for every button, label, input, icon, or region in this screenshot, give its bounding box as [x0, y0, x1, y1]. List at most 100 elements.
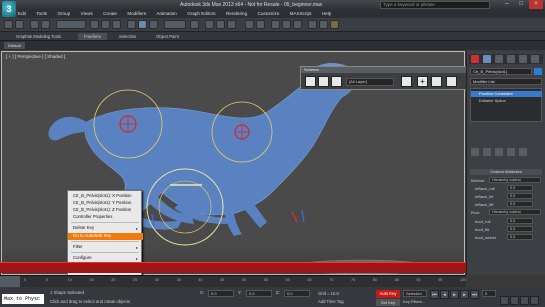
redo-icon[interactable] [15, 20, 24, 29]
menu-item-x-position[interactable]: Ctr_B_Pelvis(slot1): X Position [68, 193, 143, 200]
material-editor-icon[interactable] [308, 20, 317, 29]
select-icon[interactable] [90, 20, 99, 29]
go-to-end-icon[interactable]: ⏭ [470, 290, 479, 299]
y-coordinate-field[interactable]: 0.0 [246, 290, 272, 297]
object-name-field[interactable]: Ctr_B_Pelvis(slot1) [470, 68, 532, 75]
select-objects-icon[interactable] [305, 76, 316, 87]
options-icon[interactable] [446, 76, 457, 87]
menu-help[interactable]: Help [322, 10, 331, 18]
mirror-icon[interactable] [245, 20, 254, 29]
make-unique-icon[interactable] [495, 148, 503, 156]
play-icon[interactable]: ▸ [450, 290, 459, 299]
undo-icon[interactable] [4, 20, 13, 29]
selected-dropdown[interactable]: Selected [403, 290, 427, 297]
schematic-title[interactable]: Schema [301, 67, 467, 73]
modifier-list-dropdown[interactable]: Modifier List [470, 78, 542, 85]
timeline-ruler[interactable]: 0 5 10 15 20 25 30 35 40 45 50 55 60 65 70 75 80 85 90 95 10… [0, 275, 466, 287]
menu-maxscript[interactable]: MAXScript [290, 10, 312, 18]
layers-icon[interactable] [331, 76, 342, 87]
param-spinner[interactable]: 0.0 [507, 218, 533, 224]
sort-icon[interactable] [401, 76, 412, 87]
pivot-icon[interactable] [190, 20, 199, 29]
menu-modifiers[interactable]: Modifiers [127, 10, 146, 18]
menu-graph-editors[interactable]: Graph Editors [187, 10, 215, 18]
menu-customize[interactable]: Customize [258, 10, 280, 18]
utilities-tab-icon[interactable] [531, 55, 539, 63]
maximize-icon[interactable]: □ [514, 0, 528, 9]
menu-item-go-to-key[interactable]: Go to Autodesk Key [68, 233, 143, 240]
pin-stack-icon[interactable] [471, 148, 479, 156]
curve-editor-icon[interactable] [282, 20, 291, 29]
time-slider-handle[interactable] [0, 276, 20, 287]
configure-sets-icon[interactable] [519, 148, 527, 156]
select-by-name-icon[interactable] [101, 20, 110, 29]
default-button[interactable]: Default [4, 42, 25, 49]
custom-attributes-header[interactable]: Custom Attributes [470, 169, 542, 175]
auto-key-button[interactable]: Auto Key [376, 290, 400, 298]
scale-icon[interactable] [149, 20, 158, 29]
add-time-tag-button[interactable]: Add Time Tag [318, 299, 344, 304]
menu-animation[interactable]: Animation [156, 10, 176, 18]
schematic-window[interactable]: Schema [All Layer] + [300, 66, 468, 90]
menu-create[interactable]: Create [103, 10, 117, 18]
object-color-swatch[interactable] [534, 68, 542, 75]
orbit-icon[interactable] [510, 296, 519, 305]
display-icon[interactable] [318, 76, 329, 87]
menu-item-filter[interactable]: Filter [68, 244, 143, 251]
tab-selection[interactable]: Selection [113, 33, 142, 40]
link-icon[interactable] [30, 20, 39, 29]
render-setup-icon[interactable] [319, 20, 328, 29]
root-dropdown[interactable]: Hierarchy control [489, 209, 541, 215]
param-spinner[interactable]: 0.0 [507, 185, 533, 191]
param-spinner[interactable]: 0.0 [507, 234, 533, 240]
reference-coordinate-dropdown[interactable] [164, 20, 186, 29]
param-spinner[interactable]: 0.0 [507, 193, 533, 199]
remove-modifier-icon[interactable] [507, 148, 515, 156]
align-icon[interactable] [256, 20, 265, 29]
hierarchy-tab-icon[interactable] [495, 55, 503, 63]
method-dropdown[interactable]: Hierarchy control [489, 177, 541, 183]
menu-group[interactable]: Group [57, 10, 70, 18]
add-icon[interactable]: + [417, 76, 428, 87]
menu-views[interactable]: Views [81, 10, 93, 18]
zoom-icon[interactable] [431, 76, 442, 87]
display-tab-icon[interactable] [519, 55, 527, 63]
menu-rendering[interactable]: Rendering [226, 10, 247, 18]
selection-filter-dropdown[interactable] [56, 20, 86, 29]
unlink-icon[interactable] [41, 20, 50, 29]
app-logo-icon[interactable]: 3 [2, 1, 16, 17]
maximize-viewport-icon[interactable] [530, 296, 539, 305]
render-icon[interactable] [330, 20, 339, 29]
schematic-view-icon[interactable] [293, 20, 302, 29]
menu-item-controller-properties[interactable]: Controller Properties [68, 214, 143, 221]
previous-frame-icon[interactable]: ◂ [440, 290, 449, 299]
tab-freeform[interactable]: Freeform [78, 33, 107, 40]
angle-snap-icon[interactable] [216, 20, 225, 29]
maxscript-listener-field[interactable]: Max to Physc [2, 294, 44, 304]
key-filters-button[interactable]: Key Filters... [403, 299, 425, 304]
trackbar-key-band[interactable] [0, 262, 466, 273]
pan-icon[interactable] [500, 296, 509, 305]
rotate-icon[interactable] [138, 20, 147, 29]
percent-snap-icon[interactable] [227, 20, 236, 29]
x-coordinate-field[interactable]: 0.0 [208, 290, 234, 297]
close-icon[interactable]: × [529, 0, 543, 9]
zoom-extents-icon[interactable] [520, 296, 529, 305]
next-frame-icon[interactable]: ▸ [460, 290, 469, 299]
menu-item-z-position[interactable]: Ctr_B_Pelvis(slot1): Z Position [68, 207, 143, 214]
tab-object-paint[interactable]: Object Paint [150, 33, 185, 40]
create-tab-icon[interactable] [471, 55, 479, 63]
menu-tools[interactable]: Tools [36, 10, 47, 18]
motion-tab-icon[interactable] [507, 55, 515, 63]
region-select-icon[interactable] [112, 20, 121, 29]
stack-item-position-constraint[interactable]: Position Constraint [471, 91, 542, 97]
menu-item-delete-key[interactable]: Delete Key [68, 225, 143, 232]
snap-icon[interactable] [205, 20, 214, 29]
search-input[interactable]: Type a keyword or phrase [380, 1, 490, 9]
menu-item-y-position[interactable]: Ctr_B_Pelvis(slot1): Y Position [68, 200, 143, 207]
set-key-button[interactable]: Set Key [376, 299, 400, 306]
layer-manager-icon[interactable] [271, 20, 280, 29]
stack-item-editable-spline[interactable]: Editable Spline [471, 98, 542, 104]
minimize-icon[interactable]: – [500, 0, 514, 9]
current-frame-field[interactable]: 0 [482, 290, 496, 297]
